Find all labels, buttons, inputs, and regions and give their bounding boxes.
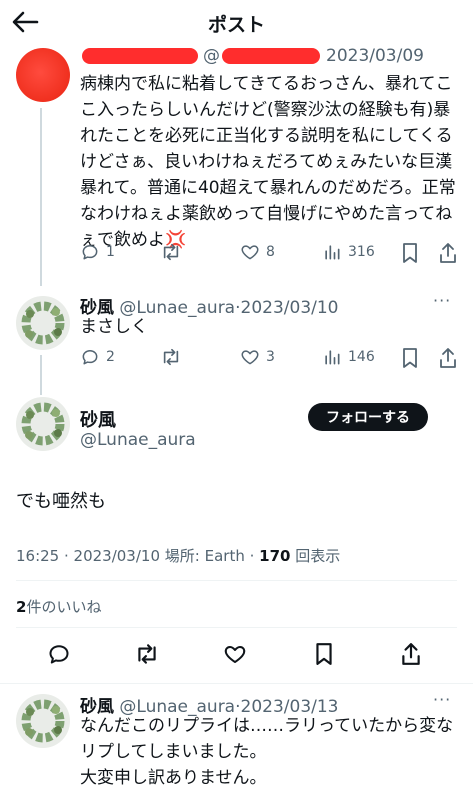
bracelet-avatar-image — [21, 402, 65, 446]
tweet-meta: 16:25 · 2023/03/10 場所: Earth · 170 回表示 — [16, 547, 341, 565]
reply-icon[interactable] — [47, 642, 71, 666]
views-button[interactable]: 316 — [322, 242, 375, 262]
avatar[interactable] — [16, 694, 70, 748]
views-chart-icon — [325, 245, 340, 260]
repost-icon[interactable] — [134, 642, 160, 666]
bookmark-icon[interactable] — [400, 242, 420, 264]
tweet-header: @ — [203, 46, 220, 66]
tweet-date: 2023/03/09 — [326, 46, 424, 66]
heart-icon — [241, 245, 259, 260]
reply-count: 2 — [106, 349, 115, 365]
likes-summary[interactable]: 2件のいいね — [16, 596, 101, 617]
main-tweet-actions — [0, 642, 473, 668]
redacted-handle — [222, 48, 320, 64]
views-button[interactable]: 146 — [322, 347, 375, 367]
divider — [0, 683, 473, 684]
repost-button[interactable] — [160, 242, 188, 262]
like-button[interactable]: 8 — [240, 242, 275, 262]
page-title: ポスト — [207, 14, 265, 36]
tweet-timestamp[interactable]: 16:25 · 2023/03/10 — [16, 547, 160, 565]
like-count: 8 — [266, 244, 275, 260]
tweet-text-line: 大変申し訳ありません。 — [80, 768, 267, 788]
bookmark-icon[interactable] — [313, 642, 335, 666]
handle[interactable]: @Lunae_aura — [80, 430, 196, 450]
view-count: 170 — [259, 547, 291, 565]
divider — [16, 580, 457, 581]
bookmark-icon[interactable] — [400, 347, 420, 369]
tweet-text: 病棟内で私に粘着してきてるおっさん、暴れてここ入ったらしいんだけど(警察沙汰の経… — [80, 74, 456, 250]
repost-button[interactable] — [160, 347, 188, 367]
reply-button[interactable]: 1 — [80, 242, 115, 262]
tweet-actions: 2 3 146 — [80, 347, 460, 371]
like-count: 3 — [266, 349, 275, 365]
more-options-icon[interactable]: ··· — [433, 291, 451, 310]
bracelet-avatar-image — [21, 699, 65, 743]
avatar[interactable] — [16, 296, 70, 350]
divider — [16, 627, 457, 628]
reply-icon — [82, 350, 98, 365]
bracelet-avatar-image — [21, 301, 65, 345]
avatar[interactable] — [16, 397, 70, 451]
redacted-name — [82, 48, 198, 64]
share-icon[interactable] — [438, 242, 458, 264]
tweet-text-line: リプしてしまいました。 — [80, 742, 267, 762]
follow-button[interactable]: フォローする — [308, 403, 428, 431]
heart-icon — [241, 350, 259, 365]
share-icon[interactable] — [438, 347, 458, 369]
heart-icon[interactable] — [223, 642, 247, 666]
display-name[interactable]: 砂風 — [80, 406, 116, 432]
repost-icon — [163, 348, 179, 366]
thread-connector — [40, 355, 42, 395]
avatar[interactable] — [16, 48, 70, 102]
tweet-text: まさしく — [80, 317, 148, 337]
views-chart-icon — [325, 350, 340, 365]
thread-connector — [40, 108, 42, 286]
like-button[interactable]: 3 — [240, 347, 275, 367]
tweet-date: 2023/03/10 — [240, 298, 339, 318]
view-count: 146 — [348, 349, 375, 365]
tweet-text: でも唖然も — [16, 491, 106, 512]
likes-label: 件のいいね — [26, 598, 102, 616]
tweet-location: 場所: Earth — [164, 547, 245, 565]
view-count: 316 — [348, 244, 375, 260]
like-count: 2 — [16, 598, 27, 616]
repost-icon — [163, 243, 179, 261]
views-label: 回表示 — [295, 547, 341, 565]
more-options-icon[interactable]: ··· — [433, 690, 451, 709]
top-bar: ポスト — [0, 0, 473, 44]
share-icon[interactable] — [400, 642, 422, 666]
tweet-text-line: なんだこのリプライは……ラリっていたから変な — [80, 716, 454, 736]
tweet-text: なんだこのリプライは……ラリっていたから変な リプしてしまいました。 大変申し訳… — [80, 713, 462, 791]
reply-count: 1 — [106, 244, 115, 260]
tweet-actions: 1 8 316 — [80, 242, 460, 266]
reply-button[interactable]: 2 — [80, 347, 115, 367]
reply-icon — [82, 245, 98, 260]
